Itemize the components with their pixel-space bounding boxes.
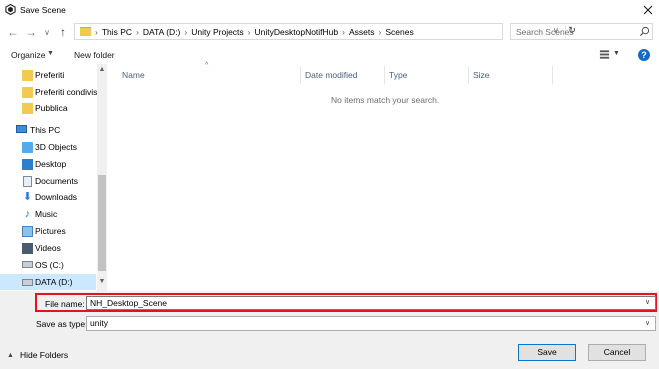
breadcrumb-separator: ›: [378, 27, 382, 37]
drive-icon: [22, 279, 33, 286]
sidebar-item-os-c[interactable]: OS (C:): [0, 257, 96, 273]
forward-arrow-icon[interactable]: →: [24, 24, 38, 40]
hide-folders-label: Hide Folders: [19, 350, 69, 360]
sidebar-item-label: Pubblica: [35, 103, 68, 113]
command-bar: Organize ▼ New folder ▼: [0, 46, 659, 64]
breadcrumb-separator: ›: [184, 27, 188, 37]
search-input[interactable]: Search Scenes: [516, 27, 574, 37]
file-name-dropdown-icon[interactable]: ∨: [645, 298, 650, 306]
back-arrow-icon[interactable]: ←: [6, 24, 20, 40]
sidebar-item-label: Pictures: [35, 226, 66, 236]
navigation-pane: Preferiti Preferiti condivisi Pubblica T…: [0, 64, 108, 291]
column-header-date-modified[interactable]: Date modified: [305, 70, 357, 80]
sidebar-item-preferiti[interactable]: Preferiti: [0, 67, 96, 83]
sidebar-item-label: Videos: [35, 243, 61, 253]
column-header-type[interactable]: Type: [389, 70, 407, 80]
folder-icon: [22, 102, 33, 114]
breadcrumb-separator: ›: [136, 27, 139, 37]
chevron-up-icon: ▲: [7, 351, 14, 359]
window-title: Save Scene: [20, 5, 66, 15]
column-header-name[interactable]: Name: [122, 70, 145, 80]
cancel-button[interactable]: Cancel: [588, 344, 646, 361]
unity-logo-icon: [5, 4, 16, 15]
sidebar-item-documents[interactable]: Documents: [0, 173, 96, 189]
column-divider[interactable]: [468, 66, 469, 84]
sidebar-item-label: 3D Objects: [35, 142, 78, 152]
sidebar-item-music[interactable]: ♪ Music: [0, 206, 96, 222]
view-options-icon[interactable]: [599, 49, 610, 60]
sidebar-item-label: DATA (D:): [35, 277, 73, 287]
save-as-type-dropdown-icon[interactable]: ∨: [645, 319, 650, 327]
pictures-icon: [22, 225, 33, 237]
breadcrumb-unity-projects[interactable]: Unity Projects: [191, 27, 243, 37]
videos-icon: [22, 242, 33, 254]
breadcrumb-data-d[interactable]: DATA (D:): [143, 27, 180, 37]
navigation-scrollbar[interactable]: ▲ ▼: [97, 64, 107, 291]
help-icon[interactable]: ?: [638, 49, 650, 61]
view-caret-icon[interactable]: ▼: [613, 50, 620, 57]
breadcrumb-separator: ›: [247, 27, 251, 37]
breadcrumb-assets[interactable]: Assets: [349, 27, 375, 37]
sidebar-item-3d-objects[interactable]: 3D Objects: [0, 139, 96, 155]
sort-ascending-icon: ^: [205, 62, 209, 69]
sidebar-item-label: OS (C:): [35, 260, 64, 270]
organize-caret-icon[interactable]: ▼: [47, 50, 54, 57]
sidebar-item-pubblica[interactable]: Pubblica: [0, 100, 96, 116]
sidebar-item-downloads[interactable]: ⬇ Downloads: [0, 189, 96, 205]
folder-icon: [22, 86, 33, 98]
column-header-size[interactable]: Size: [473, 70, 490, 80]
column-divider[interactable]: [552, 66, 553, 84]
sidebar-item-data-d[interactable]: DATA (D:): [0, 274, 96, 290]
new-folder-button[interactable]: New folder: [74, 50, 115, 60]
organize-button[interactable]: Organize: [11, 50, 46, 60]
file-name-input[interactable]: [86, 296, 656, 310]
breadcrumb-separator: ›: [95, 27, 98, 37]
hide-folders-button[interactable]: ▲ Hide Folders: [7, 350, 68, 360]
sidebar-item-label: Preferiti condivisi: [35, 87, 100, 97]
sidebar-item-pictures[interactable]: Pictures: [0, 223, 96, 239]
sidebar-item-this-pc[interactable]: This PC: [0, 122, 96, 138]
search-box[interactable]: Search Scenes: [510, 23, 653, 40]
folder-icon: [22, 69, 33, 81]
close-icon[interactable]: [639, 1, 657, 19]
file-name-label: File name:: [45, 299, 85, 309]
sidebar-item-label: Preferiti: [35, 70, 65, 80]
breadcrumb-scenes[interactable]: Scenes: [385, 27, 413, 37]
cube-icon: [22, 141, 33, 153]
save-button[interactable]: Save: [518, 344, 576, 361]
recent-locations-chevron-icon[interactable]: ∨: [40, 24, 54, 40]
sidebar-item-label: Desktop: [35, 159, 67, 169]
save-as-type-select[interactable]: unity: [86, 316, 656, 331]
title-bar: Save Scene: [0, 0, 659, 20]
sidebar-item-label: Downloads: [35, 192, 78, 202]
folder-icon: [80, 27, 91, 36]
empty-message: No items match your search.: [331, 95, 440, 105]
address-bar[interactable]: › This PC › DATA (D:) › Unity Projects ›…: [74, 23, 576, 40]
column-divider[interactable]: [384, 66, 385, 84]
computer-icon: [16, 125, 27, 133]
music-icon: ♪: [24, 207, 31, 220]
breadcrumb-this-pc[interactable]: This PC: [102, 27, 132, 37]
sidebar-item-label: This PC: [30, 125, 61, 135]
up-arrow-icon[interactable]: ↑: [56, 24, 70, 40]
breadcrumb: › This PC › DATA (D:) › Unity Projects ›…: [95, 27, 414, 37]
sidebar-item-label: Documents: [35, 176, 78, 186]
sidebar-item-label: Music: [35, 209, 58, 219]
drive-icon: [22, 261, 33, 268]
breadcrumb-separator: ›: [342, 27, 345, 37]
download-icon: ⬇: [22, 190, 33, 203]
desktop-icon: [22, 158, 33, 170]
scroll-up-icon[interactable]: ▲: [97, 66, 107, 73]
breadcrumb-unitydesktopnotifhub[interactable]: UnityDesktopNotifHub: [255, 27, 339, 37]
sidebar-item-preferiti-condivisi[interactable]: Preferiti condivisi: [0, 84, 100, 100]
documents-icon: [23, 175, 32, 187]
scroll-thumb[interactable]: [98, 175, 106, 271]
save-as-type-label: Save as type:: [36, 319, 88, 329]
sidebar-item-desktop[interactable]: Desktop: [0, 156, 96, 172]
scroll-down-icon[interactable]: ▼: [97, 278, 107, 285]
search-icon[interactable]: [639, 26, 650, 37]
column-divider[interactable]: [300, 66, 301, 84]
sidebar-item-videos[interactable]: Videos: [0, 240, 96, 256]
